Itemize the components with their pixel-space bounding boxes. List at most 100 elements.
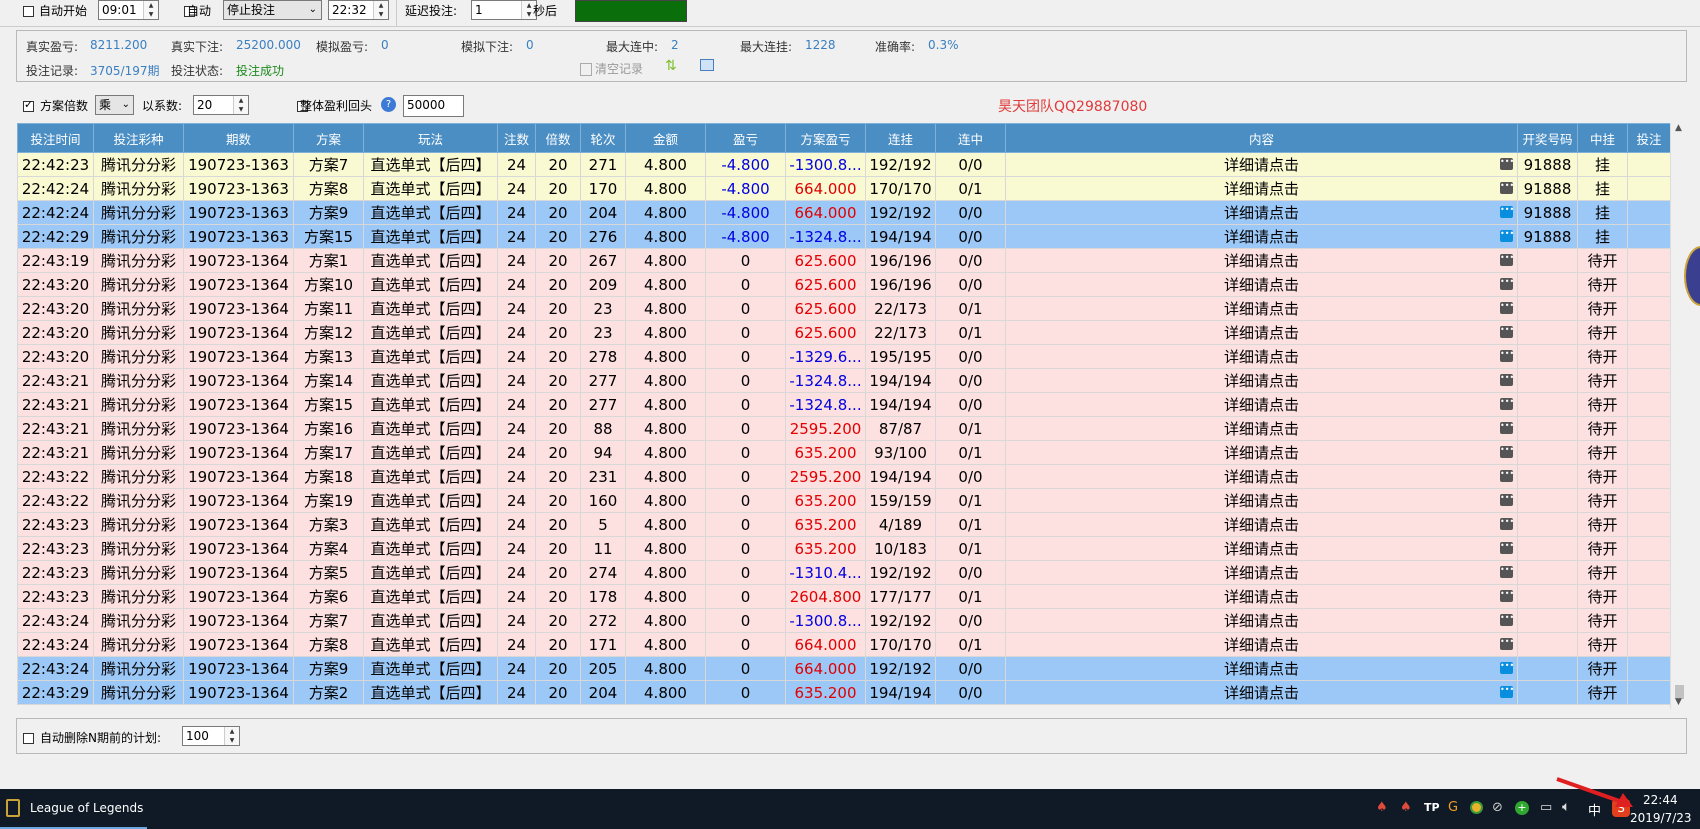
start-time-input[interactable]: 09:01 ▲ ▼ [98,0,159,20]
table-row[interactable]: 22:43:21 腾讯分分彩 190723-1364 方案14 直选单式【后四】 24 20… [17,368,1671,393]
spinner-arrows-icon[interactable]: ▲ ▼ [143,1,158,19]
cell-content[interactable]: 详细请点击 ••• [1005,440,1518,465]
more-details-icon[interactable]: ••• [1500,446,1514,458]
more-details-icon[interactable]: ••• [1500,302,1514,314]
cell-content[interactable]: 详细请点击 ••• [1005,296,1518,321]
more-details-icon[interactable]: ••• [1500,326,1514,338]
table-row[interactable]: 22:43:21 腾讯分分彩 190723-1364 方案15 直选单式【后四】 24 20… [17,392,1671,417]
auto-start-checkbox[interactable] [23,6,34,17]
overall-profit-input[interactable]: 50000 [403,95,464,117]
column-header[interactable]: 方案 [293,123,364,153]
spinner-arrows-icon[interactable]: ▲ ▼ [373,1,388,19]
cell-content[interactable]: 详细请点击 ••• [1005,632,1518,657]
table-row[interactable]: 22:43:29 腾讯分分彩 190723-1364 方案2 直选单式【后四】 24 20 2… [17,680,1671,705]
more-details-icon[interactable]: ••• [1500,566,1514,578]
more-details-icon[interactable]: ••• [1500,614,1514,626]
help-icon[interactable]: ? [381,97,396,112]
table-row[interactable]: 22:42:23 腾讯分分彩 190723-1363 方案7 直选单式【后四】 24 20 2… [17,152,1671,177]
auto-delete-input[interactable]: 100 ▲ ▼ [182,726,240,746]
more-details-icon[interactable]: ••• [1500,470,1514,482]
multiply-op-select[interactable]: 乘 ⌄ [95,95,134,115]
table-row[interactable]: 22:43:24 腾讯分分彩 190723-1364 方案7 直选单式【后四】 24 20 2… [17,608,1671,633]
sort-arrows-icon[interactable]: ⇅ [665,58,677,74]
table-row[interactable]: 22:43:22 腾讯分分彩 190723-1364 方案19 直选单式【后四】 24 20… [17,488,1671,513]
table-row[interactable]: 22:43:23 腾讯分分彩 190723-1364 方案3 直选单式【后四】 24 20 5… [17,512,1671,537]
table-row[interactable]: 22:43:20 腾讯分分彩 190723-1364 方案12 直选单式【后四】 24 20… [17,320,1671,345]
more-details-icon[interactable]: ••• [1500,542,1514,554]
more-details-icon[interactable]: ••• [1500,254,1514,266]
multiplier-checkbox[interactable] [23,98,34,112]
scroll-up-icon[interactable]: ▲ [1675,123,1682,133]
more-details-icon[interactable]: ••• [1500,398,1514,410]
column-header[interactable]: 玩法 [363,123,498,153]
table-row[interactable]: 22:42:29 腾讯分分彩 190723-1363 方案15 直选单式【后四】 24 20… [17,224,1671,249]
more-details-icon[interactable]: ••• [1500,686,1514,698]
auto-delete-checkbox[interactable] [23,733,34,744]
cell-content[interactable]: 详细请点击 ••• [1005,464,1518,489]
column-header[interactable]: 注数 [497,123,536,153]
cell-content[interactable]: 详细请点击 ••• [1005,200,1518,225]
cell-content[interactable]: 详细请点击 ••• [1005,584,1518,609]
table-row[interactable]: 22:43:24 腾讯分分彩 190723-1364 方案9 直选单式【后四】 24 20 2… [17,656,1671,681]
qq-icon[interactable]: ♠ [1376,800,1388,815]
column-header[interactable]: 期数 [183,123,294,153]
more-details-icon[interactable]: ••• [1500,494,1514,506]
more-details-icon[interactable]: ••• [1500,638,1514,650]
column-header[interactable]: 内容 [1005,123,1518,153]
column-header[interactable]: 连挂 [865,123,936,153]
table-row[interactable]: 22:43:23 腾讯分分彩 190723-1364 方案5 直选单式【后四】 24 20 2… [17,560,1671,585]
column-header[interactable]: 盈亏 [705,123,786,153]
more-details-icon[interactable]: ••• [1500,662,1514,674]
cell-content[interactable]: 详细请点击 ••• [1005,608,1518,633]
clock-time[interactable]: 22:44 [1643,793,1678,807]
auto-action-select[interactable]: 停止投注 ⌄ [223,0,322,20]
cell-content[interactable]: 详细请点击 ••• [1005,488,1518,513]
cell-content[interactable]: 详细请点击 ••• [1005,176,1518,201]
cell-content[interactable]: 详细请点击 ••• [1005,560,1518,585]
table-row[interactable]: 22:43:20 腾讯分分彩 190723-1364 方案13 直选单式【后四】 24 20… [17,344,1671,369]
cell-content[interactable]: 详细请点击 ••• [1005,320,1518,345]
window-copy-icon[interactable] [700,59,714,71]
clock-date[interactable]: 2019/7/23 [1630,811,1692,825]
spinner-arrows-icon[interactable]: ▲ ▼ [224,727,239,745]
plus-green-icon[interactable]: + [1515,801,1529,815]
column-header[interactable]: 倍数 [535,123,581,153]
table-row[interactable]: 22:43:20 腾讯分分彩 190723-1364 方案11 直选单式【后四】 24 20… [17,296,1671,321]
more-details-icon[interactable]: ••• [1500,158,1514,170]
cell-content[interactable]: 详细请点击 ••• [1005,344,1518,369]
table-row[interactable]: 22:43:19 腾讯分分彩 190723-1364 方案1 直选单式【后四】 24 20 2… [17,248,1671,273]
table-row[interactable]: 22:43:23 腾讯分分彩 190723-1364 方案6 直选单式【后四】 24 20 1… [17,584,1671,609]
teamviewer-icon[interactable]: TP [1424,801,1440,814]
table-row[interactable]: 22:43:23 腾讯分分彩 190723-1364 方案4 直选单式【后四】 24 20 1… [17,536,1671,561]
column-header[interactable]: 投注时间 [17,123,94,153]
vertical-scrollbar[interactable]: ▲ ▼ [1670,123,1688,709]
more-details-icon[interactable]: ••• [1500,518,1514,530]
column-header[interactable]: 投注 [1627,123,1671,153]
cell-content[interactable]: 详细请点击 ••• [1005,656,1518,681]
more-details-icon[interactable]: ••• [1500,422,1514,434]
more-details-icon[interactable]: ••• [1500,182,1514,194]
table-row[interactable]: 22:43:22 腾讯分分彩 190723-1364 方案18 直选单式【后四】 24 20… [17,464,1671,489]
more-details-icon[interactable]: ••• [1500,350,1514,362]
column-header[interactable]: 连中 [935,123,1006,153]
more-details-icon[interactable]: ••• [1500,374,1514,386]
clear-record-button[interactable]: 清空记录 [580,60,643,77]
table-row[interactable]: 22:42:24 腾讯分分彩 190723-1363 方案8 直选单式【后四】 24 20 1… [17,176,1671,201]
chrome-icon[interactable] [1470,801,1483,814]
column-header[interactable]: 轮次 [580,123,626,153]
factor-input[interactable]: 20 ▲ ▼ [193,95,249,115]
more-details-icon[interactable]: ••• [1500,230,1514,242]
column-header[interactable]: 金额 [625,123,706,153]
cell-content[interactable]: 详细请点击 ••• [1005,248,1518,273]
more-details-icon[interactable]: ••• [1500,278,1514,290]
table-row[interactable]: 22:43:20 腾讯分分彩 190723-1364 方案10 直选单式【后四】 24 20… [17,272,1671,297]
cell-content[interactable]: 详细请点击 ••• [1005,680,1518,705]
spinner-arrows-icon[interactable]: ▲ ▼ [233,96,248,114]
cell-content[interactable]: 详细请点击 ••• [1005,512,1518,537]
column-header[interactable]: 开奖号码 [1517,123,1578,153]
end-time-input[interactable]: 22:32 ▲ ▼ [328,0,389,20]
more-details-icon[interactable]: ••• [1500,590,1514,602]
delay-input[interactable]: 1 ▲ ▼ [471,0,537,20]
cell-content[interactable]: 详细请点击 ••• [1005,272,1518,297]
cell-content[interactable]: 详细请点击 ••• [1005,368,1518,393]
